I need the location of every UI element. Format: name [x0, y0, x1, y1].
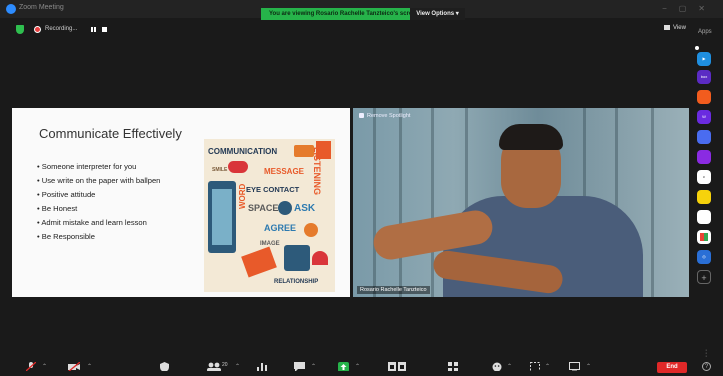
- collage-word-smile: SMILE: [212, 167, 228, 173]
- collage-word-message: MESSAGE: [264, 167, 305, 176]
- end-label: End: [666, 364, 678, 370]
- megaphone-icon: [294, 145, 314, 157]
- slide-bullet: Positive attitude: [37, 188, 160, 202]
- app-icon-9[interactable]: [697, 210, 711, 224]
- communication-collage-image: COMMUNICATION SMILE MESSAGE EYE CONTACT …: [204, 139, 335, 292]
- add-app-icon[interactable]: +: [697, 270, 711, 284]
- vertical-dots-icon[interactable]: · · ·: [705, 347, 707, 360]
- video-muted-icon[interactable]: [68, 362, 80, 371]
- help-glyph: ?: [704, 364, 709, 370]
- app-icon-4[interactable]: W: [697, 110, 711, 124]
- participant-name-tag: Rosario Rachelle Tanzteico: [357, 286, 430, 294]
- participant-name: Rosario Rachelle Tanzteico: [360, 287, 427, 293]
- clock-icon: [304, 223, 318, 237]
- more-chevron-icon[interactable]: ⌃: [586, 363, 591, 370]
- wall-texture: [373, 108, 376, 297]
- slide-bullet: Use write on the paper with ballpen: [37, 174, 161, 188]
- collage-word-space: SPACE: [248, 203, 279, 213]
- security-shield-icon[interactable]: [16, 25, 24, 34]
- view-button[interactable]: View: [664, 25, 686, 31]
- shared-slide: Communicate Effectively Someone interpre…: [12, 108, 350, 297]
- end-meeting-button[interactable]: End: [657, 362, 687, 373]
- slide-bullet: Be Responsible: [37, 230, 160, 244]
- zoom-logo-icon: [6, 4, 16, 14]
- participant-hair: [499, 124, 563, 150]
- remove-spotlight-button[interactable]: Remove Spotlight: [359, 113, 410, 119]
- window-title: Zoom Meeting: [19, 4, 64, 11]
- recording-label: Recording...: [45, 26, 78, 32]
- slide-bullet: Be Honest: [37, 202, 160, 216]
- collage-word-communication: COMMUNICATION: [208, 147, 278, 156]
- more-options-icon[interactable]: [569, 362, 580, 371]
- microphone-muted-icon[interactable]: [26, 362, 36, 371]
- security-icon[interactable]: [160, 362, 169, 371]
- collage-word-agree: AGREE: [264, 223, 297, 233]
- view-label: View: [673, 25, 686, 32]
- collage-word-word: WORD: [238, 183, 247, 209]
- collage-word-ask: ASK: [294, 203, 316, 214]
- lips-icon: [228, 161, 248, 173]
- whiteboard-icon[interactable]: [530, 362, 540, 371]
- app-icon-10[interactable]: [697, 230, 711, 244]
- view-options-label: View Options: [416, 11, 455, 17]
- question-icon: [278, 201, 292, 215]
- slide-title: Communicate Effectively: [39, 126, 182, 141]
- collage-word-listening: LISTENING: [312, 147, 322, 196]
- meeting-toolbar: [0, 356, 723, 376]
- slide-bullet: Someone interpreter for you: [37, 160, 160, 174]
- participants-count: 20: [222, 362, 228, 368]
- app-icon-6[interactable]: [697, 150, 711, 164]
- app-icon-11[interactable]: ◎: [697, 250, 711, 264]
- whiteboard-chevron-icon[interactable]: ⌃: [545, 363, 550, 370]
- participants-icon[interactable]: [207, 362, 221, 371]
- spotlight-label: Remove Spotlight: [367, 113, 411, 119]
- video-options-chevron-icon[interactable]: ⌃: [87, 363, 92, 370]
- chat-icon[interactable]: [294, 362, 305, 371]
- apps-label[interactable]: Apps: [698, 29, 712, 35]
- pause-recording-icon[interactable]: [91, 27, 96, 32]
- app-icon-8[interactable]: [697, 190, 711, 204]
- wall-texture: [399, 108, 402, 297]
- participants-chevron-icon[interactable]: ⌃: [235, 363, 240, 370]
- app-icon-1[interactable]: ▶: [697, 52, 711, 66]
- chat-chevron-icon[interactable]: ⌃: [311, 363, 316, 370]
- record-icon[interactable]: [388, 362, 406, 371]
- polls-icon[interactable]: [257, 362, 267, 371]
- app-notification-dot: [695, 46, 699, 50]
- apps-grid-icon[interactable]: [448, 362, 458, 371]
- puzzle-icon: [284, 245, 310, 271]
- reactions-chevron-icon[interactable]: ⌃: [507, 363, 512, 370]
- collage-word-relationship: RELATIONSHIP: [274, 279, 319, 285]
- wall-texture: [651, 108, 654, 297]
- app-icon-2[interactable]: box: [697, 70, 711, 84]
- slide-bullet-list: Someone interpreter for you Use write on…: [37, 160, 160, 244]
- collage-word-image: IMAGE: [260, 241, 280, 247]
- app-icon-5[interactable]: [697, 130, 711, 144]
- app-icon-3[interactable]: [697, 90, 711, 104]
- help-icon[interactable]: ?: [702, 362, 711, 371]
- app-icon-7[interactable]: c: [697, 170, 711, 184]
- share-screen-icon[interactable]: [338, 362, 349, 371]
- arrow-graphic: [241, 246, 277, 278]
- video-tile[interactable]: Remove Spotlight Rosario Rachelle Tanzte…: [353, 108, 689, 297]
- slide-bullet: Admit mistake and learn lesson: [37, 216, 160, 230]
- window-controls[interactable]: −▢✕: [662, 4, 717, 13]
- reactions-icon[interactable]: [492, 362, 502, 371]
- view-options-button[interactable]: View Options ▾: [410, 8, 465, 20]
- collage-word-eye-contact: EYE CONTACT: [246, 185, 300, 194]
- phone-screen: [212, 189, 232, 245]
- stop-recording-icon[interactable]: [102, 27, 107, 32]
- share-chevron-icon[interactable]: ⌃: [355, 363, 360, 370]
- audio-options-chevron-icon[interactable]: ⌃: [42, 363, 47, 370]
- recording-icon: [34, 26, 41, 33]
- heart-icon: [312, 251, 328, 265]
